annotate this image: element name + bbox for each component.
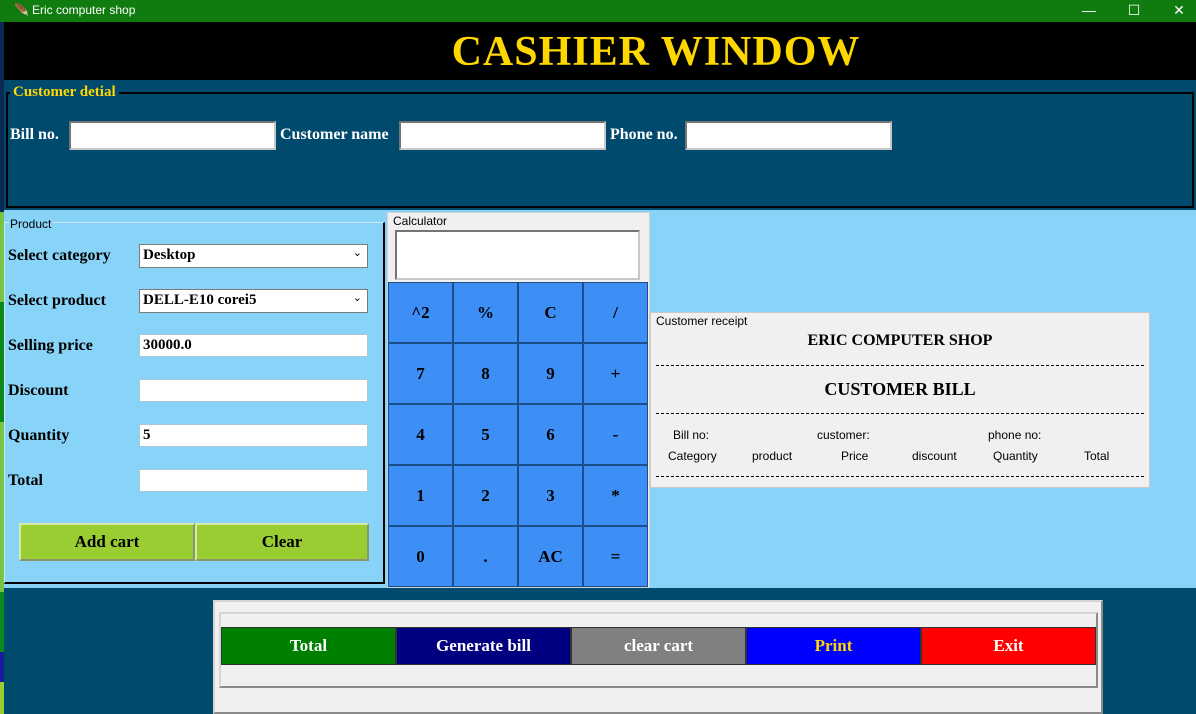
- calc-key-multiply[interactable]: *: [583, 465, 648, 526]
- phone-no-field[interactable]: [685, 121, 892, 150]
- category-label: Select category: [8, 247, 111, 264]
- clear-button[interactable]: Clear: [195, 523, 369, 561]
- calc-key-6[interactable]: 6: [518, 404, 583, 465]
- receipt-bill-title: CUSTOMER BILL: [824, 379, 976, 399]
- quantity-label: Quantity: [8, 427, 70, 444]
- calc-key-1[interactable]: 1: [388, 465, 453, 526]
- calc-key-percent[interactable]: %: [453, 282, 518, 343]
- receipt-divider: [656, 476, 1144, 477]
- calc-key-minus[interactable]: -: [583, 404, 648, 465]
- maximize-button[interactable]: ☐: [1111, 0, 1157, 22]
- total-button[interactable]: Total: [221, 627, 396, 665]
- receipt-customer-label: customer:: [817, 428, 870, 442]
- receipt-column-header: product: [752, 449, 793, 463]
- calc-key-plus[interactable]: +: [583, 343, 648, 404]
- calc-key-0[interactable]: 0: [388, 526, 453, 587]
- receipt-column-header: discount: [912, 449, 957, 463]
- calc-key-equals[interactable]: =: [583, 526, 648, 587]
- category-select[interactable]: Desktop ⌄: [139, 244, 368, 268]
- window-title: Eric computer shop: [32, 3, 136, 17]
- receipt-shop-name: ERIC COMPUTER SHOP: [807, 332, 993, 349]
- calculator-display[interactable]: [395, 230, 640, 280]
- clear-cart-button[interactable]: clear cart: [571, 627, 746, 665]
- receipt-phone-label: phone no:: [988, 428, 1042, 442]
- receipt-section-title: Customer receipt: [656, 314, 748, 328]
- total-field[interactable]: [139, 469, 368, 492]
- chevron-down-icon[interactable]: ⌄: [353, 246, 362, 259]
- selling-price-label: Selling price: [8, 337, 93, 354]
- calculator-title: Calculator: [393, 214, 448, 228]
- product-section-title: Product: [9, 217, 53, 231]
- discount-label: Discount: [8, 382, 69, 399]
- product-selected-value: DELL-E10 corei5: [143, 292, 257, 308]
- receipt-column-header: Quantity: [993, 449, 1038, 463]
- category-selected-value: Desktop: [143, 247, 196, 263]
- window-title-bar[interactable]: 🪶 Eric computer shop — ☐ ✕: [0, 0, 1196, 22]
- selling-price-field[interactable]: 30000.0: [139, 334, 368, 357]
- customer-frame: [6, 92, 1194, 208]
- receipt-divider: [656, 413, 1144, 414]
- calc-key-8[interactable]: 8: [453, 343, 518, 404]
- close-button[interactable]: ✕: [1156, 0, 1196, 22]
- calc-key-9[interactable]: 9: [518, 343, 583, 404]
- feather-icon: 🪶: [14, 3, 29, 17]
- calc-key-4[interactable]: 4: [388, 404, 453, 465]
- chevron-down-icon[interactable]: ⌄: [353, 291, 362, 304]
- add-cart-button[interactable]: Add cart: [19, 523, 195, 561]
- quantity-field[interactable]: 5: [139, 424, 368, 447]
- calc-key-2[interactable]: 2: [453, 465, 518, 526]
- receipt-bill-no-label: Bill no:: [673, 428, 710, 442]
- calc-key-decimal[interactable]: .: [453, 526, 518, 587]
- discount-field[interactable]: [139, 379, 368, 402]
- calc-key-all-clear[interactable]: AC: [518, 526, 583, 587]
- product-label: Select product: [8, 292, 106, 309]
- page-title: CASHIER WINDOW: [451, 29, 861, 75]
- calc-key-3[interactable]: 3: [518, 465, 583, 526]
- bill-no-label: Bill no.: [10, 126, 59, 143]
- exit-button[interactable]: Exit: [921, 627, 1096, 665]
- print-button[interactable]: Print: [746, 627, 921, 665]
- phone-no-label: Phone no.: [610, 126, 678, 143]
- customer-section-title: Customer detial: [10, 84, 119, 101]
- calc-key-square[interactable]: ^2: [388, 282, 453, 343]
- receipt-column-header: Total: [1084, 449, 1110, 463]
- receipt-divider: [656, 365, 1144, 366]
- receipt-column-header: Price: [841, 449, 869, 463]
- bill-no-field[interactable]: [69, 121, 276, 150]
- generate-bill-button[interactable]: Generate bill: [396, 627, 571, 665]
- receipt-column-header: Category: [668, 449, 717, 463]
- calc-key-5[interactable]: 5: [453, 404, 518, 465]
- customer-name-label: Customer name: [280, 126, 389, 143]
- minimize-button[interactable]: —: [1066, 0, 1112, 22]
- total-label: Total: [8, 472, 43, 489]
- calc-key-divide[interactable]: /: [583, 282, 648, 343]
- calc-key-clear-entry[interactable]: C: [518, 282, 583, 343]
- product-select[interactable]: DELL-E10 corei5 ⌄: [139, 289, 368, 313]
- customer-name-field[interactable]: [399, 121, 606, 150]
- calc-key-7[interactable]: 7: [388, 343, 453, 404]
